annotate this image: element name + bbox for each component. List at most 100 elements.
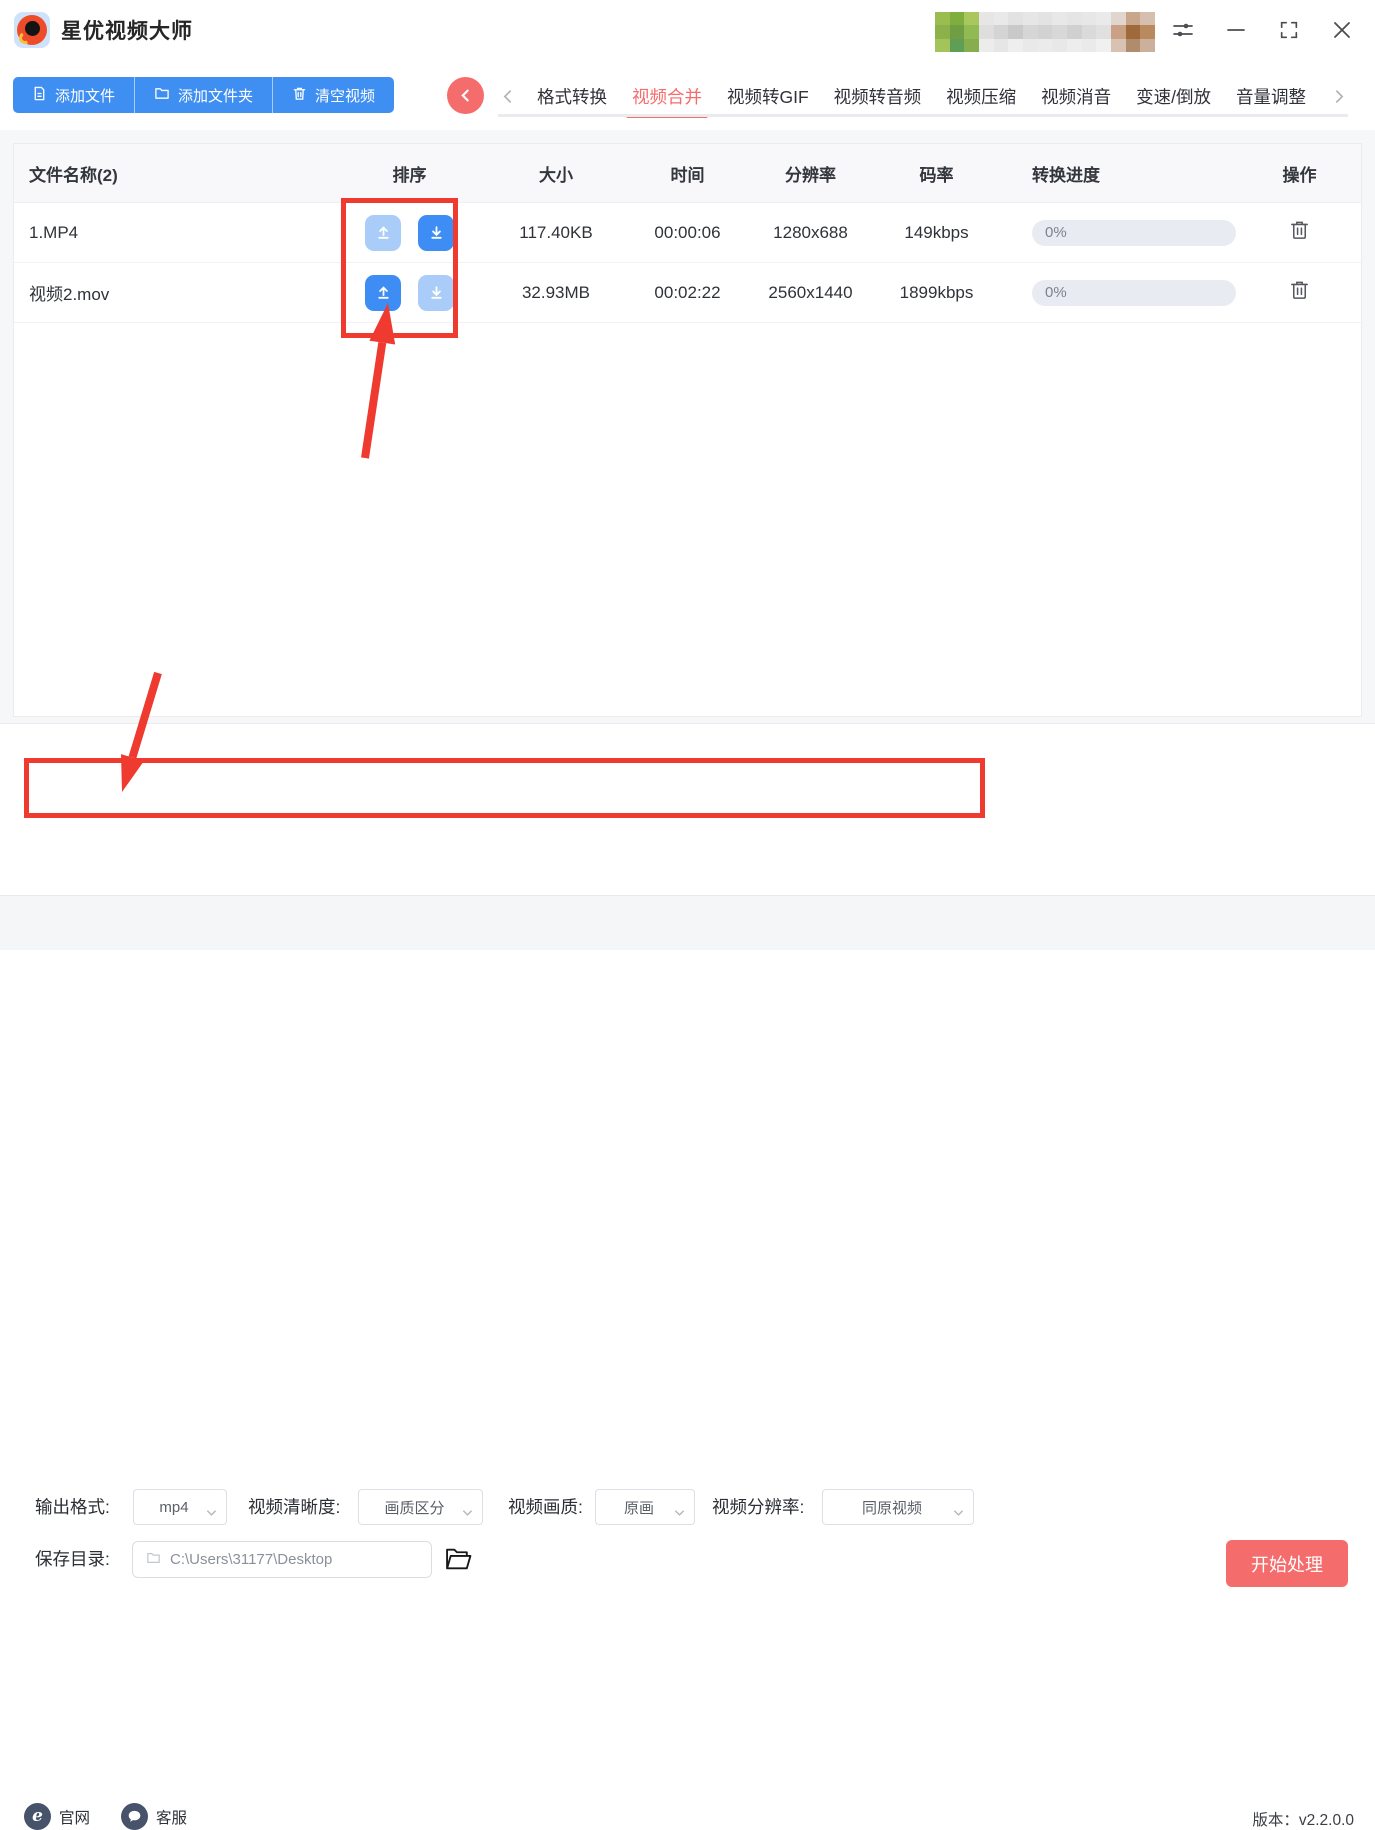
tab-speed-reverse[interactable]: 变速/倒放 — [1136, 84, 1211, 109]
file-actions-group: 添加文件 添加文件夹 清空视频 — [13, 77, 395, 113]
save-dir-input[interactable]: C:\Users\31177\Desktop — [132, 1541, 432, 1578]
progress-cell: 0% — [1000, 219, 1240, 246]
website-icon: e — [24, 1803, 51, 1830]
file-size: 117.40KB — [519, 222, 593, 242]
file-name: 1.MP4 — [29, 222, 79, 242]
tab-video-to-audio[interactable]: 视频转音频 — [834, 84, 922, 109]
output-format-select[interactable]: mp4 — [133, 1489, 227, 1525]
tab-video-merge[interactable]: 视频合并 — [626, 84, 708, 118]
file-size: 32.93MB — [521, 282, 591, 302]
video-resolution-label: 视频分辨率: — [712, 1497, 805, 1517]
trash-icon — [292, 86, 307, 105]
file-time: 00:02:22 — [654, 282, 721, 302]
header-actions: 操作 — [1282, 165, 1317, 185]
file-time: 00:00:06 — [654, 222, 721, 242]
table-row: 1.MP4 117.40KB 00:00:06 1280x688 149kbps — [14, 203, 1361, 263]
move-down-icon — [430, 286, 442, 299]
move-up-button[interactable] — [365, 274, 401, 311]
header-filename: 文件名称(2) — [29, 165, 118, 185]
table-row: 视频2.mov 32.93MB 00:02:22 2560x1440 1899k… — [14, 263, 1361, 323]
toolbar-row: 添加文件 添加文件夹 清空视频 格式转换 视频合并 视频转GIF 视频转音频 视… — [0, 62, 1375, 130]
progress-bar: 0% — [1032, 219, 1236, 246]
maximize-icon[interactable] — [1276, 17, 1302, 43]
start-processing-button[interactable]: 开始处理 — [1226, 1540, 1348, 1587]
file-table: 文件名称(2) 排序 大小 时间 分辨率 码率 转换进度 操作 1.MP4 11… — [13, 143, 1362, 717]
video-resolution-value: 同原视频 — [861, 1499, 922, 1517]
output-format-value: mp4 — [159, 1498, 189, 1516]
tab-volume-adjust[interactable]: 音量调整 — [1236, 84, 1306, 109]
save-dir-value: C:\Users\31177\Desktop — [170, 1551, 333, 1568]
delete-icon — [1291, 221, 1308, 239]
brand: 星优视频大师 — [14, 12, 193, 48]
open-folder-icon — [445, 1548, 471, 1570]
version-label: 版本：v2.2.0.0 — [1252, 1812, 1354, 1829]
clear-videos-button[interactable]: 清空视频 — [272, 77, 395, 113]
clarity-select[interactable]: 画质区分 — [358, 1489, 483, 1525]
move-up-icon — [377, 286, 389, 299]
tabs-underline — [498, 114, 1348, 117]
add-file-button[interactable]: 添加文件 — [13, 77, 135, 113]
folder-small-icon — [146, 1551, 161, 1569]
header-resolution: 分辨率 — [785, 165, 836, 185]
sort-controls — [334, 214, 485, 251]
add-folder-label: 添加文件夹 — [178, 87, 254, 105]
progress-cell: 0% — [1000, 279, 1240, 306]
progress-bar: 0% — [1032, 279, 1236, 306]
file-name: 视频2.mov — [29, 285, 110, 304]
tab-video-to-gif[interactable]: 视频转GIF — [727, 84, 809, 109]
quality-select[interactable]: 原画 — [595, 1489, 695, 1525]
move-down-button[interactable] — [418, 274, 454, 311]
action-cell — [1240, 218, 1359, 247]
chevron-down-icon — [953, 1504, 964, 1521]
support-chat-icon — [121, 1803, 148, 1830]
customer-support-link[interactable]: 客服 — [121, 1803, 187, 1830]
chevron-down-icon — [462, 1504, 473, 1521]
clarity-value: 画质区分 — [384, 1499, 445, 1517]
settings-panel: 输出格式: mp4 视频清晰度: 画质区分 视频画质: 原画 视频分辨率: 同原… — [0, 723, 1375, 1587]
video-resolution-select[interactable]: 同原视频 — [822, 1489, 974, 1525]
clear-videos-label: 清空视频 — [315, 87, 376, 105]
clarity-label: 视频清晰度: — [248, 1497, 341, 1517]
file-bitrate: 149kbps — [904, 222, 969, 242]
user-account-blurred[interactable] — [935, 12, 1155, 52]
browse-folder-button[interactable] — [442, 1544, 474, 1574]
move-up-button[interactable] — [365, 214, 401, 251]
progress-value: 0% — [1045, 284, 1067, 301]
delete-icon — [1291, 281, 1308, 299]
header-sort: 排序 — [392, 165, 427, 185]
progress-value: 0% — [1045, 224, 1067, 241]
minimize-icon[interactable] — [1223, 17, 1249, 43]
tabs-back-button[interactable] — [447, 77, 484, 114]
move-down-button[interactable] — [418, 214, 454, 251]
file-resolution: 2560x1440 — [768, 282, 853, 302]
close-icon[interactable] — [1329, 17, 1355, 43]
header-time: 时间 — [670, 165, 705, 185]
move-up-icon — [377, 226, 389, 239]
tab-video-mute[interactable]: 视频消音 — [1041, 84, 1111, 109]
settings-sliders-icon[interactable] — [1170, 17, 1196, 43]
action-cell — [1240, 278, 1359, 307]
file-icon — [32, 86, 47, 105]
add-file-label: 添加文件 — [55, 87, 116, 105]
titlebar: 星优视频大师 — [0, 0, 1375, 62]
file-resolution: 1280x688 — [773, 222, 848, 242]
delete-file-button[interactable] — [1288, 218, 1311, 242]
file-bitrate: 1899kbps — [899, 282, 974, 302]
chevron-left-icon — [461, 89, 469, 102]
tab-scroll-right-icon[interactable] — [1333, 89, 1346, 109]
official-website-link[interactable]: e 官网 — [24, 1803, 90, 1830]
tab-scroll-left-icon[interactable] — [501, 89, 514, 109]
tab-format-convert[interactable]: 格式转换 — [537, 84, 607, 109]
header-size: 大小 — [539, 165, 573, 185]
tab-video-compress[interactable]: 视频压缩 — [946, 84, 1016, 109]
output-format-label: 输出格式: — [35, 1497, 110, 1517]
sort-controls — [334, 274, 485, 311]
add-folder-button[interactable]: 添加文件夹 — [134, 77, 273, 113]
header-bitrate: 码率 — [919, 165, 954, 185]
table-header: 文件名称(2) 排序 大小 时间 分辨率 码率 转换进度 操作 — [14, 144, 1361, 203]
main-content: 文件名称(2) 排序 大小 时间 分辨率 码率 转换进度 操作 1.MP4 11… — [0, 130, 1375, 723]
move-down-icon — [430, 226, 442, 239]
delete-file-button[interactable] — [1288, 278, 1311, 302]
quality-label: 视频画质: — [508, 1497, 583, 1517]
folder-icon — [154, 86, 170, 105]
